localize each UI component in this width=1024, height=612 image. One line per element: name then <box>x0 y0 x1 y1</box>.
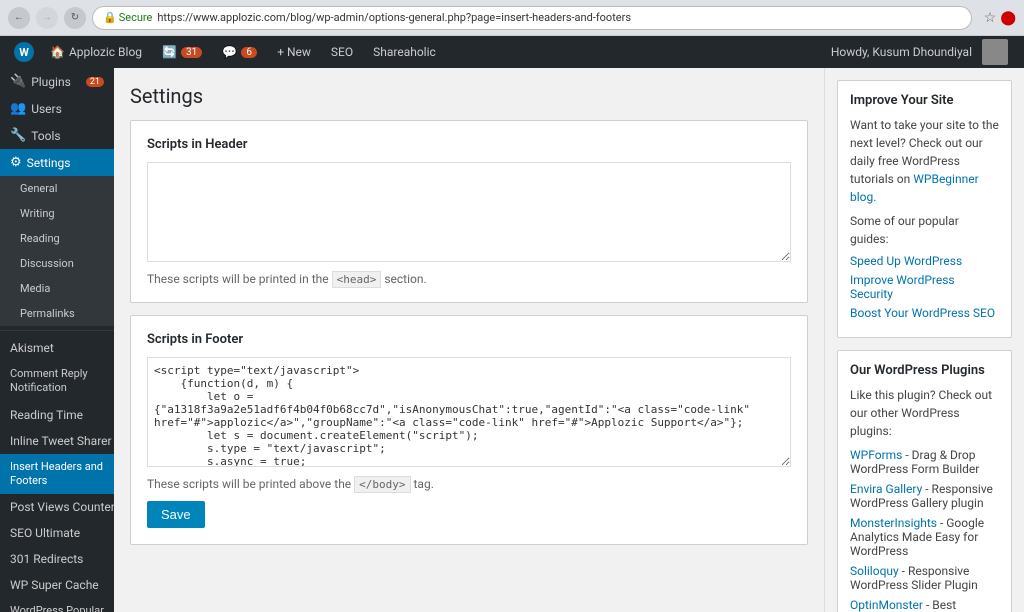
wp-main: Settings Scripts in Header These scripts… <box>114 68 1024 612</box>
sidebar-item-akismet[interactable]: Akismet <box>0 335 114 361</box>
wp-plugins-list: WPForms - Drag & Drop WordPress Form Bui… <box>850 448 999 612</box>
settings-submenu: General Writing Reading Discussion Media… <box>0 176 114 326</box>
sidebar-item-discussion[interactable]: Discussion <box>0 251 114 276</box>
settings-icon: ⚙ <box>10 155 22 170</box>
guide2-link[interactable]: Improve WordPress Security <box>850 273 999 301</box>
header-scripts-box: Scripts in Header These scripts will be … <box>130 120 808 303</box>
sidebar-item-wp-popular[interactable]: WordPress Popular Posts <box>0 598 114 612</box>
footer-section-title: Scripts in Footer <box>147 332 791 347</box>
sidebar-item-reading-time[interactable]: Reading Time <box>0 402 114 428</box>
user-avatar <box>982 39 1008 65</box>
header-note: These scripts will be printed in the <he… <box>147 272 791 286</box>
site-name-item[interactable]: 🏠 Applozic Blog <box>40 36 152 68</box>
comments-item[interactable]: 💬 6 <box>212 36 267 68</box>
wp-plugins-title: Our WordPress Plugins <box>850 363 999 378</box>
forward-button[interactable]: → <box>36 7 58 29</box>
sidebar-item-post-views[interactable]: Post Views Counter <box>0 494 114 520</box>
back-button[interactable]: ← <box>8 7 30 29</box>
wp-admin-bar: W 🏠 Applozic Blog 🔄 31 💬 6 + New SEO Sha… <box>0 36 1024 68</box>
comments-icon: 💬 <box>222 45 237 59</box>
wp-layout: 🔌 Plugins 21 👥 Users 🔧 Tools ⚙ Settings … <box>0 68 1024 612</box>
sidebar-item-users[interactable]: 👥 Users <box>0 95 114 122</box>
optinmonster-plugin-link[interactable]: OptinMonster <box>850 598 923 612</box>
page-title: Settings <box>130 84 808 108</box>
updates-item[interactable]: 🔄 31 <box>152 36 212 68</box>
improve-site-text: Want to take your site to the next level… <box>850 116 999 206</box>
envira-link[interactable]: Envira Gallery <box>850 482 922 496</box>
wp-sidebar: 🔌 Plugins 21 👥 Users 🔧 Tools ⚙ Settings … <box>0 68 114 612</box>
sidebar-item-redirects[interactable]: 301 Redirects <box>0 546 114 572</box>
sidebar-item-comment-reply[interactable]: Comment Reply Notification <box>0 361 114 402</box>
wp-logo[interactable]: W <box>8 36 40 68</box>
sidebar-item-reading[interactable]: Reading <box>0 226 114 251</box>
browser-actions: ☆ ⬤ <box>984 9 1016 26</box>
footer-scripts-textarea[interactable]: <script type="text/javascript"> {functio… <box>147 357 791 467</box>
sidebar-item-media[interactable]: Media <box>0 276 114 301</box>
secure-badge: 🔒 Secure <box>103 11 152 24</box>
sidebar-item-seo-ultimate[interactable]: SEO Ultimate <box>0 520 114 546</box>
monsterinsights-link[interactable]: MonsterInsights <box>850 516 937 530</box>
sidebar-item-wp-super-cache[interactable]: WP Super Cache <box>0 572 114 598</box>
improve-site-title: Improve Your Site <box>850 93 999 108</box>
wp-right-panel: Improve Your Site Want to take your site… <box>824 68 1024 612</box>
footer-note: These scripts will be printed above the … <box>147 477 791 491</box>
bookmark-button[interactable]: ☆ <box>984 9 997 26</box>
admin-bar-right: Howdy, Kusum Dhoundiyal <box>821 39 1016 65</box>
address-bar[interactable]: 🔒 Secure https://www.applozic.com/blog/w… <box>92 6 972 30</box>
wp-plugins-intro: Like this plugin? Check out our other Wo… <box>850 386 999 440</box>
header-section-title: Scripts in Header <box>147 137 791 152</box>
firefox-icon[interactable]: ⬤ <box>1000 9 1016 26</box>
improve-site-box: Improve Your Site Want to take your site… <box>837 80 1012 338</box>
howdy-text: Howdy, Kusum Dhoundiyal <box>821 45 982 59</box>
seo-item[interactable]: SEO <box>321 36 363 68</box>
sidebar-divider-1 <box>0 330 114 331</box>
updates-icon: 🔄 <box>162 45 177 59</box>
wp-logo-circle: W <box>14 42 34 62</box>
sidebar-item-writing[interactable]: Writing <box>0 201 114 226</box>
sidebar-item-settings[interactable]: ⚙ Settings <box>0 149 114 176</box>
soliloquy-link[interactable]: Soliloquy <box>850 564 899 578</box>
lock-icon: 🔒 <box>103 11 117 24</box>
new-item[interactable]: + New <box>267 36 321 68</box>
sidebar-item-plugins[interactable]: 🔌 Plugins 21 <box>0 68 114 95</box>
site-icon: 🏠 <box>50 45 65 59</box>
plugins-icon: 🔌 <box>10 74 26 89</box>
sidebar-item-inline-tweet[interactable]: Inline Tweet Sharer <box>0 428 114 454</box>
users-icon: 👥 <box>10 101 26 116</box>
body-code-tag: </body> <box>354 476 410 493</box>
guide3-link[interactable]: Boost Your WordPress SEO <box>850 306 999 320</box>
sidebar-item-general[interactable]: General <box>0 176 114 201</box>
wpforms-link[interactable]: WPForms <box>850 448 902 462</box>
popular-guides-label: Some of our popular guides: <box>850 212 999 248</box>
wp-plugins-box: Our WordPress Plugins Like this plugin? … <box>837 350 1012 612</box>
sidebar-item-tools[interactable]: 🔧 Tools <box>0 122 114 149</box>
tools-icon: 🔧 <box>10 128 26 143</box>
guide1-link[interactable]: Speed Up WordPress <box>850 254 999 268</box>
shareaholic-item[interactable]: Shareaholic <box>363 36 446 68</box>
sidebar-item-insert-headers[interactable]: Insert Headers and Footers <box>0 454 114 495</box>
reload-button[interactable]: ↻ <box>64 7 86 29</box>
save-button[interactable]: Save <box>147 501 205 528</box>
browser-bar: ← → ↻ 🔒 Secure https://www.applozic.com/… <box>0 0 1024 36</box>
sidebar-item-permalinks[interactable]: Permalinks <box>0 301 114 326</box>
footer-scripts-box: Scripts in Footer <script type="text/jav… <box>130 315 808 545</box>
wp-content: Settings Scripts in Header These scripts… <box>114 68 824 612</box>
head-code-tag: <head> <box>332 271 382 288</box>
header-scripts-textarea[interactable] <box>147 162 791 262</box>
popular-guides-list: Speed Up WordPress Improve WordPress Sec… <box>850 254 999 320</box>
